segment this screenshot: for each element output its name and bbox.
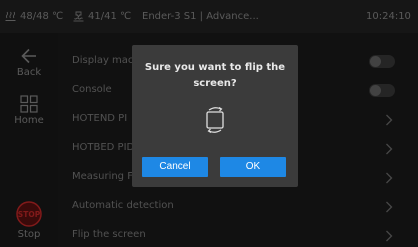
printer-screen: 48/48 ℃ 41/41 ℃ Ender-3 S1 | Advance... … [0,0,418,247]
ok-button[interactable]: OK [220,157,286,177]
dialog-title: Sure you want to flip the screen? [144,62,286,89]
screen-flip-icon [206,106,224,134]
cancel-button[interactable]: Cancel [142,157,208,177]
flip-screen-dialog: Sure you want to flip the screen? Cancel… [132,45,298,187]
